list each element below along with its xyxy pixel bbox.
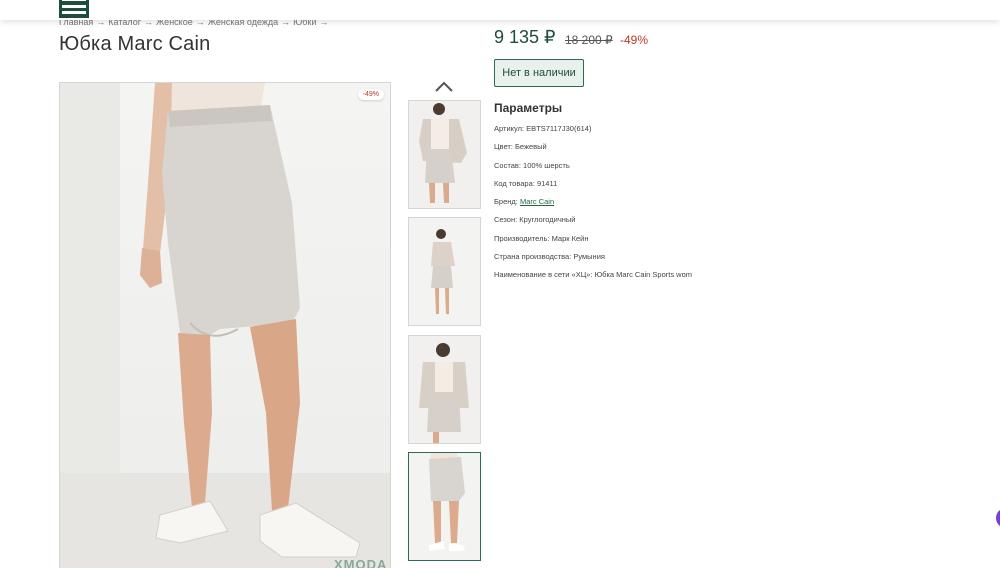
param-country: Страна производства: Румыния bbox=[494, 252, 605, 262]
price-current: 9 135 ₽ bbox=[494, 27, 556, 47]
page-title: Юбка Marc Cain bbox=[59, 33, 211, 55]
param-product-code: Код товара: 91411 bbox=[494, 178, 558, 188]
thumbnail-4[interactable] bbox=[408, 452, 481, 561]
out-of-stock-button[interactable]: Нет в наличии bbox=[494, 59, 584, 87]
param-season: Сезон: Круглогодичный bbox=[494, 215, 576, 225]
brand-link[interactable]: Marc Cain bbox=[520, 197, 554, 206]
main-product-image[interactable]: -49% ХМODA bbox=[59, 82, 391, 568]
chat-widget-tab[interactable] bbox=[996, 508, 1000, 528]
thumbnail-1[interactable] bbox=[408, 100, 481, 209]
param-network-name: Наименование в сети «ХЦ»: Юбка Marc Cain… bbox=[494, 270, 693, 280]
thumbnail-photo bbox=[409, 453, 480, 560]
param-color: Цвет: Бежевый bbox=[494, 142, 547, 152]
watermark-logo: ХМODA bbox=[334, 557, 388, 568]
thumbnail-2[interactable] bbox=[408, 217, 481, 326]
hamburger-menu-icon[interactable] bbox=[59, 0, 89, 18]
chevron-up-icon[interactable] bbox=[434, 80, 454, 94]
price-discount: -49% bbox=[620, 33, 649, 47]
param-composition: Состав: 100% шерсть bbox=[494, 160, 570, 170]
param-manufacturer: Производитель: Марк Кейн bbox=[494, 233, 589, 243]
product-page: Главная → Каталог → Женское → Женская одежда → Ю… bbox=[0, 0, 1000, 568]
params-list: Артикул: EBTS7117J30(614) Цвет: Бежевый … bbox=[494, 123, 692, 288]
thumbnail-photo bbox=[409, 336, 480, 443]
thumbnail-photo bbox=[409, 101, 480, 208]
params-title: Параметры bbox=[494, 101, 563, 115]
skirt-photo bbox=[60, 83, 390, 568]
param-brand: Бренд: Marc Cain bbox=[494, 197, 555, 207]
thumbnail-3[interactable] bbox=[408, 335, 481, 444]
param-article: Артикул: EBTS7117J30(614) bbox=[494, 124, 592, 133]
discount-badge: -49% bbox=[357, 89, 384, 100]
price-old: 18 200 ₽ bbox=[565, 33, 613, 47]
top-header bbox=[0, 0, 1000, 20]
thumbnail-photo bbox=[409, 218, 480, 325]
